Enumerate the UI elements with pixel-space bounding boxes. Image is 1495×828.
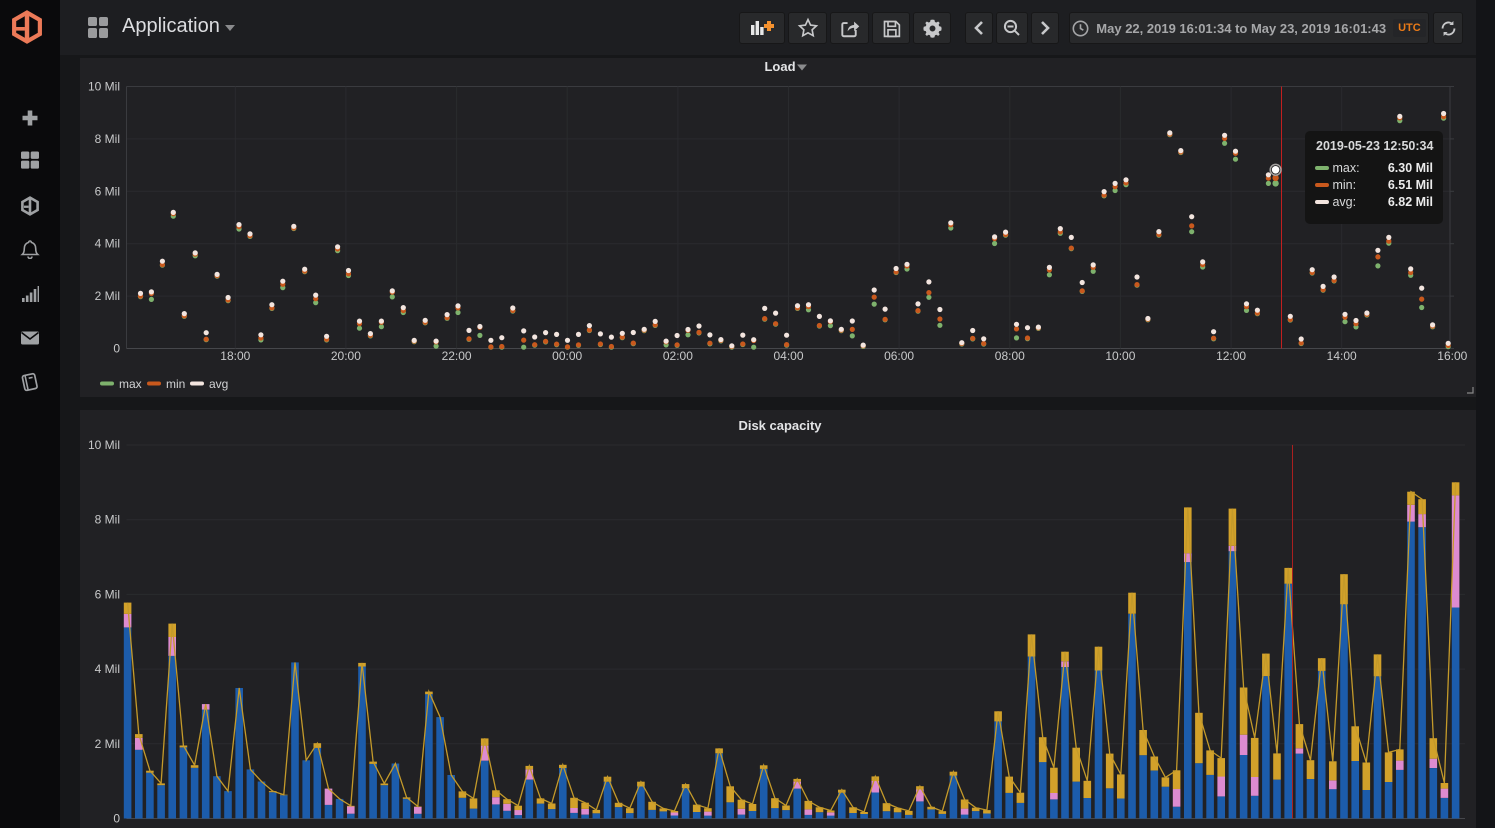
svg-text:Disk capacity: Disk capacity bbox=[738, 418, 822, 433]
svg-text:8 Mil: 8 Mil bbox=[95, 513, 120, 527]
svg-text:0: 0 bbox=[113, 812, 120, 826]
svg-text:2 Mil: 2 Mil bbox=[95, 737, 120, 751]
svg-text:4 Mil: 4 Mil bbox=[95, 662, 120, 676]
svg-text:6 Mil: 6 Mil bbox=[95, 587, 120, 601]
svg-text:10 Mil: 10 Mil bbox=[88, 438, 120, 452]
